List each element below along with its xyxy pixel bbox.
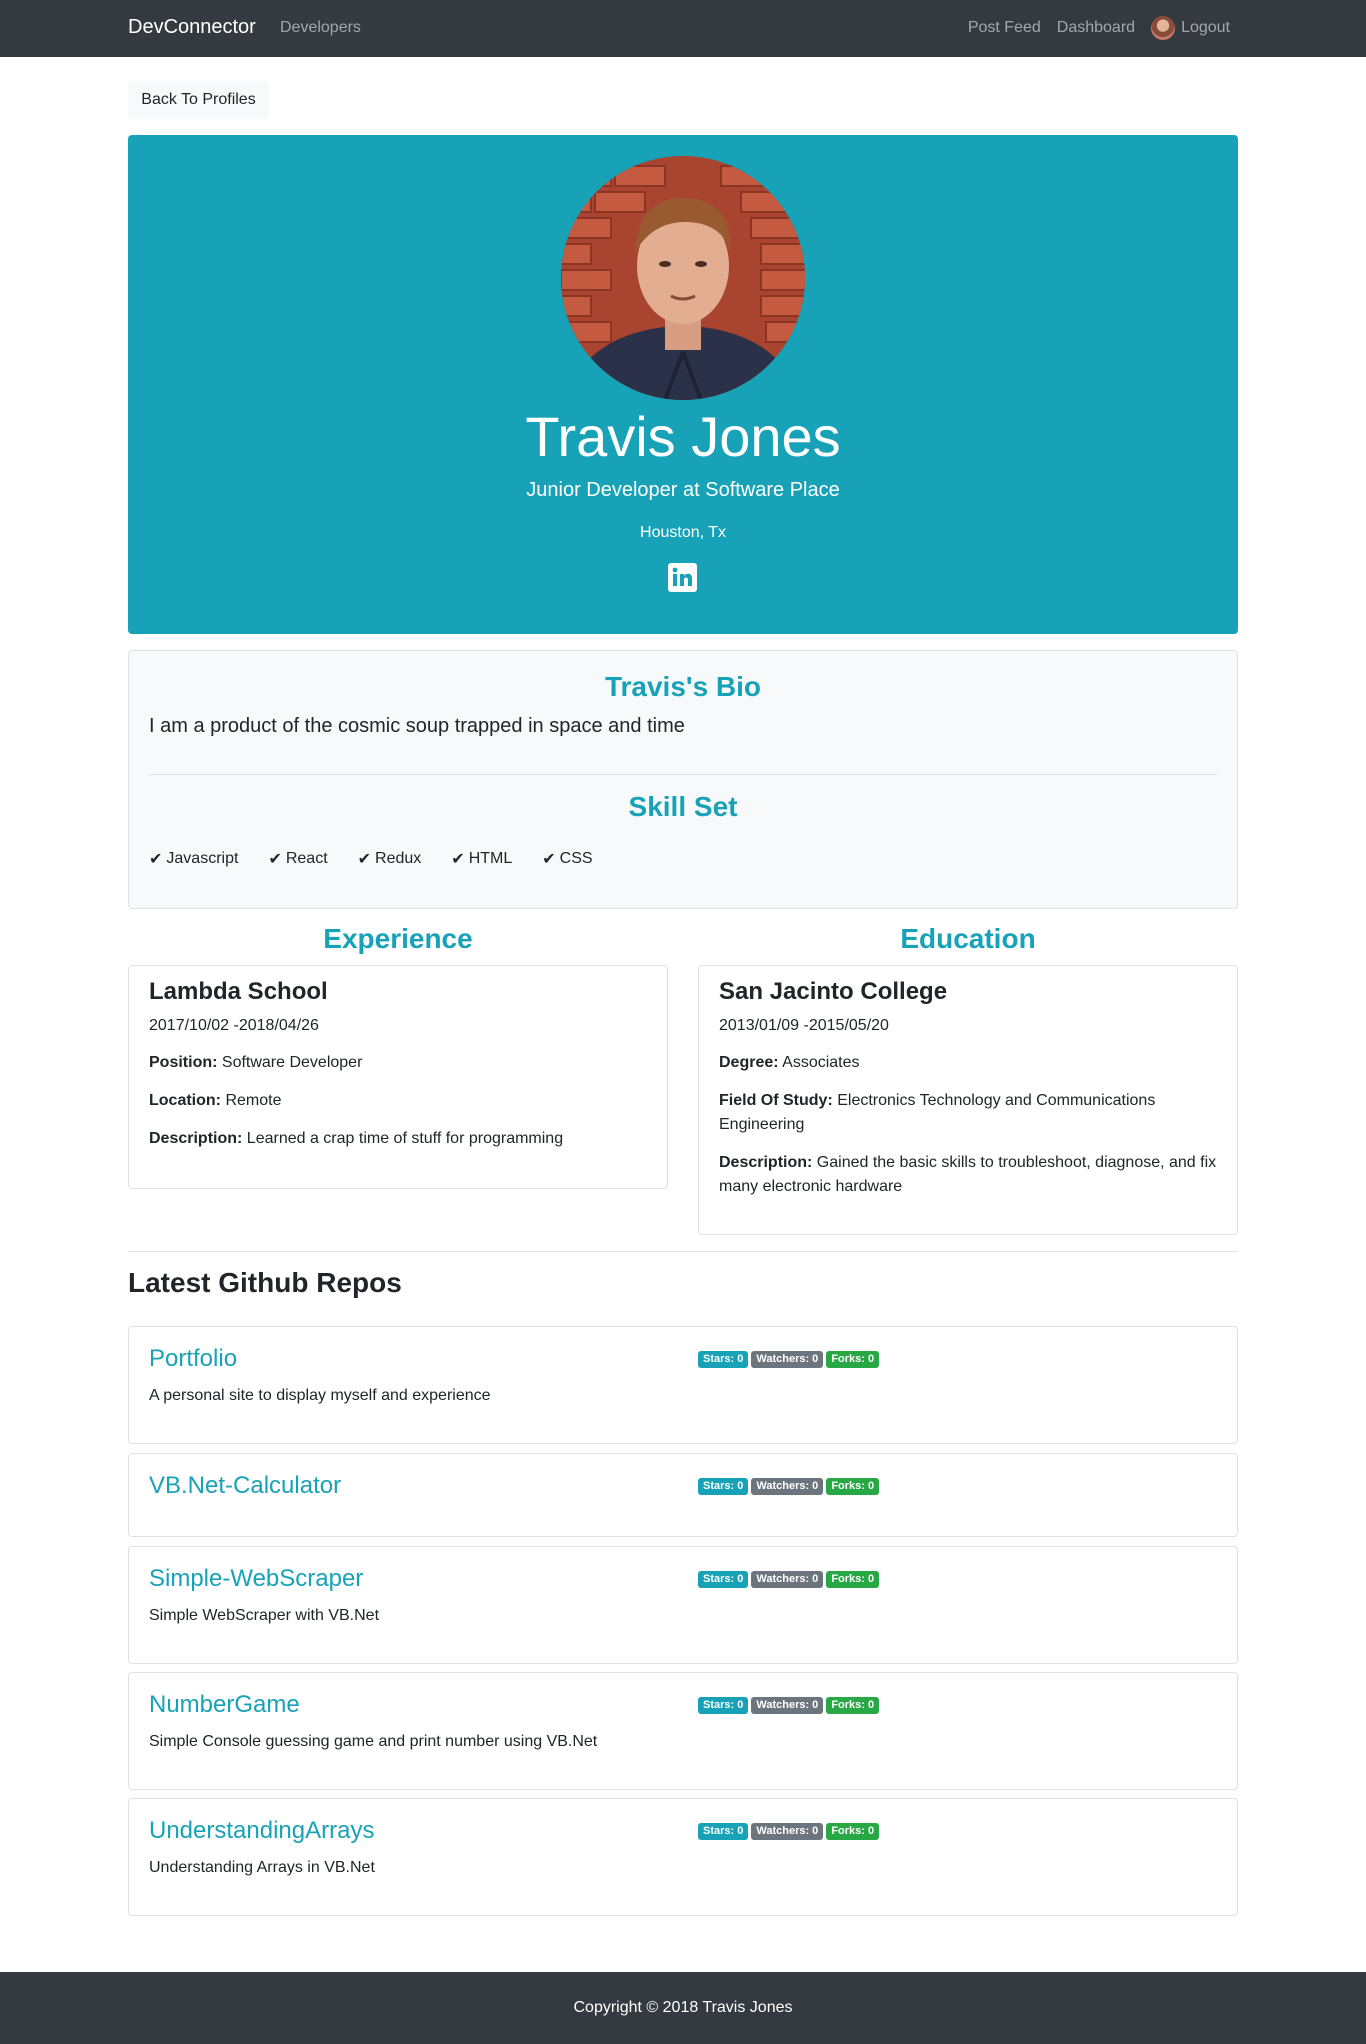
stars-badge: Stars: 0 bbox=[698, 1571, 749, 1588]
divider bbox=[149, 774, 1217, 775]
repo-link[interactable]: UnderstandingArrays bbox=[149, 1817, 374, 1845]
skill-item: ✔ CSS bbox=[542, 849, 592, 869]
skill-label: HTML bbox=[468, 850, 513, 867]
repo-card: NumberGame Simple Console guessing game … bbox=[128, 1672, 1238, 1790]
experience-card: Lambda School 2017/10/02 -2018/04/26 Pos… bbox=[128, 965, 668, 1189]
check-icon: ✔ bbox=[357, 851, 372, 868]
education-description: Description: Gained the basic skills to … bbox=[719, 1153, 1217, 1195]
skill-label: Javascript bbox=[166, 850, 239, 867]
education-field: Field Of Study: Electronics Technology a… bbox=[719, 1091, 1156, 1133]
logout-label: Logout bbox=[1181, 19, 1230, 36]
watchers-badge: Watchers: 0 bbox=[751, 1823, 824, 1840]
watchers-badge: Watchers: 0 bbox=[751, 1351, 824, 1368]
repo-description: A personal site to display myself and ex… bbox=[149, 1387, 491, 1404]
user-avatar bbox=[1151, 16, 1176, 40]
profile-avatar bbox=[561, 156, 805, 400]
stars-badge: Stars: 0 bbox=[698, 1478, 749, 1495]
experience-title: Experience bbox=[323, 923, 473, 954]
profile-job-title: Junior Developer at Software Place bbox=[526, 479, 840, 501]
watchers-badge: Watchers: 0 bbox=[751, 1697, 824, 1714]
divider bbox=[128, 1251, 1238, 1252]
repo-badges: Stars: 0 Watchers: 0 Forks: 0 bbox=[698, 1823, 880, 1840]
repo-card: UnderstandingArrays Understanding Arrays… bbox=[128, 1798, 1238, 1916]
experience-company: Lambda School bbox=[149, 978, 328, 1005]
forks-badge: Forks: 0 bbox=[826, 1478, 880, 1495]
footer: Copyright © 2018 Travis Jones bbox=[0, 1972, 1366, 2044]
repo-card: VB.Net-Calculator Stars: 0 Watchers: 0 F… bbox=[128, 1453, 1238, 1537]
repo-description: Simple Console guessing game and print n… bbox=[149, 1733, 598, 1750]
skill-item: ✔ React bbox=[268, 849, 327, 869]
repo-badges: Stars: 0 Watchers: 0 Forks: 0 bbox=[698, 1697, 880, 1714]
education-title: Education bbox=[900, 923, 1036, 954]
repo-badges: Stars: 0 Watchers: 0 Forks: 0 bbox=[698, 1351, 880, 1368]
repo-badges: Stars: 0 Watchers: 0 Forks: 0 bbox=[698, 1478, 880, 1495]
repo-description: Understanding Arrays in VB.Net bbox=[149, 1859, 375, 1876]
stars-badge: Stars: 0 bbox=[698, 1823, 749, 1840]
brand-link[interactable]: DevConnector bbox=[128, 16, 256, 39]
forks-badge: Forks: 0 bbox=[826, 1823, 880, 1840]
profile-header-card: Travis Jones Junior Developer at Softwar… bbox=[128, 135, 1238, 634]
skill-label: Redux bbox=[375, 850, 422, 867]
skills-list: ✔ Javascript ✔ React ✔ Redux ✔ HTML ✔ CSS bbox=[149, 849, 593, 869]
watchers-badge: Watchers: 0 bbox=[751, 1571, 824, 1588]
logout-link[interactable]: Logout bbox=[1151, 16, 1230, 40]
skill-label: CSS bbox=[559, 850, 593, 867]
bio-card: Travis's Bio I am a product of the cosmi… bbox=[128, 650, 1238, 909]
forks-badge: Forks: 0 bbox=[826, 1571, 880, 1588]
bio-title: Travis's Bio bbox=[604, 671, 762, 702]
education-degree: Degree: Associates bbox=[719, 1053, 860, 1071]
repo-link[interactable]: NumberGame bbox=[149, 1691, 300, 1719]
nav-developers-link[interactable]: Developers bbox=[280, 19, 361, 37]
copyright-text: Copyright © 2018 Travis Jones bbox=[573, 1999, 793, 2016]
check-icon: ✔ bbox=[542, 851, 556, 868]
experience-description: Description: Learned a crap time of stuf… bbox=[149, 1129, 564, 1147]
back-to-profiles-button[interactable]: Back To Profiles bbox=[128, 81, 269, 119]
repo-badges: Stars: 0 Watchers: 0 Forks: 0 bbox=[698, 1571, 880, 1588]
check-icon: ✔ bbox=[149, 851, 163, 868]
check-icon: ✔ bbox=[268, 851, 282, 868]
experience-position: Position: Software Developer bbox=[149, 1053, 363, 1071]
education-dates: 2013/01/09 -2015/05/20 bbox=[719, 1016, 889, 1034]
repo-card: Simple-WebScraper Simple WebScraper with… bbox=[128, 1546, 1238, 1664]
skill-item: ✔ Javascript bbox=[149, 849, 238, 869]
repo-link[interactable]: Simple-WebScraper bbox=[149, 1565, 363, 1593]
skill-item: ✔ HTML bbox=[451, 849, 512, 869]
education-card: San Jacinto College 2013/01/09 -2015/05/… bbox=[698, 965, 1238, 1235]
repo-link[interactable]: Portfolio bbox=[149, 1345, 237, 1373]
nav-post-feed-link[interactable]: Post Feed bbox=[968, 19, 1041, 37]
repo-link[interactable]: VB.Net-Calculator bbox=[149, 1472, 341, 1500]
stars-badge: Stars: 0 bbox=[698, 1351, 749, 1368]
check-icon: ✔ bbox=[451, 851, 465, 868]
watchers-badge: Watchers: 0 bbox=[751, 1478, 824, 1495]
forks-badge: Forks: 0 bbox=[826, 1697, 880, 1714]
experience-location: Location: Remote bbox=[149, 1091, 282, 1109]
repos-heading: Latest Github Repos bbox=[128, 1267, 402, 1298]
nav-dashboard-link[interactable]: Dashboard bbox=[1057, 19, 1135, 37]
experience-dates: 2017/10/02 -2018/04/26 bbox=[149, 1016, 319, 1034]
bio-text: I am a product of the cosmic soup trappe… bbox=[149, 715, 685, 737]
linkedin-icon[interactable] bbox=[668, 563, 697, 592]
skill-item: ✔ Redux bbox=[358, 849, 422, 869]
forks-badge: Forks: 0 bbox=[826, 1351, 880, 1368]
repo-description: Simple WebScraper with VB.Net bbox=[149, 1607, 380, 1624]
profile-location: Houston, Tx bbox=[640, 524, 726, 541]
navbar: DevConnector Developers Post Feed Dashbo… bbox=[0, 0, 1366, 57]
skill-set-title: Skill Set bbox=[628, 791, 738, 822]
stars-badge: Stars: 0 bbox=[698, 1697, 749, 1714]
profile-name: Travis Jones bbox=[525, 405, 841, 468]
skill-label: React bbox=[285, 850, 328, 867]
education-school: San Jacinto College bbox=[719, 978, 948, 1005]
repo-card: Portfolio A personal site to display mys… bbox=[128, 1326, 1238, 1444]
